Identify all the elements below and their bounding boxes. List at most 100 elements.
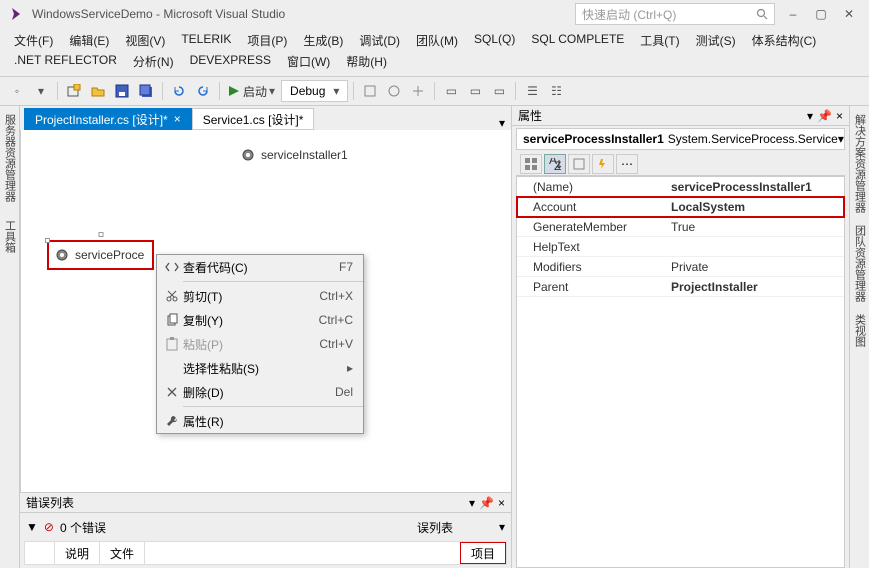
events-button[interactable]	[592, 154, 614, 174]
filter-icon[interactable]: ▼	[26, 520, 38, 534]
object-name: serviceProcessInstaller1	[523, 132, 664, 146]
maximize-button[interactable]: ▢	[807, 4, 835, 24]
menu-devexpress[interactable]: DEVEXPRESS	[182, 51, 279, 72]
property-value[interactable]: serviceProcessInstaller1	[667, 180, 844, 194]
menu-team[interactable]: 团队(M)	[408, 30, 466, 51]
save-button[interactable]	[111, 80, 133, 102]
tool-icon-5[interactable]: ▭	[464, 80, 486, 102]
tool-icon-1[interactable]	[359, 80, 381, 102]
toolbar: ◦ ▾ 启动 ▾ Debug ▾ ▭ ▭ ▭ ☰ ☷	[0, 76, 869, 106]
context-menu-item[interactable]: 剪切(T)Ctrl+X	[157, 284, 363, 308]
property-value[interactable]: Private	[667, 260, 844, 274]
tool-icon-3[interactable]	[407, 80, 429, 102]
pin-icon[interactable]: 📌	[817, 109, 832, 123]
property-value[interactable]: ProjectInstaller	[667, 280, 844, 294]
menu-architecture[interactable]: 体系结构(C)	[744, 30, 825, 51]
panel-dropdown-icon[interactable]: ▾	[469, 496, 475, 510]
tool-icon-8[interactable]: ☷	[545, 80, 567, 102]
tab-service1[interactable]: Service1.cs [设计]*	[192, 108, 315, 130]
undo-button[interactable]	[168, 80, 190, 102]
nav-forward-button[interactable]: ▾	[30, 80, 52, 102]
property-row[interactable]: (Name)serviceProcessInstaller1	[517, 177, 844, 197]
panel-close-icon[interactable]: ×	[498, 496, 505, 510]
panel-close-icon[interactable]: ×	[836, 109, 843, 123]
object-type: System.ServiceProcess.Service	[668, 132, 838, 146]
property-row[interactable]: ModifiersPrivate	[517, 257, 844, 277]
menu-debug[interactable]: 调试(D)	[351, 30, 408, 51]
tab-overflow-button[interactable]: ▾	[493, 116, 511, 130]
minimize-button[interactable]: –	[779, 4, 807, 24]
property-value[interactable]: LocalSystem	[667, 200, 844, 214]
property-row[interactable]: GenerateMemberTrue	[517, 217, 844, 237]
component-icon	[241, 148, 255, 162]
tool-icon-4[interactable]: ▭	[440, 80, 462, 102]
properties-title: 属性	[518, 107, 542, 124]
quick-launch-input[interactable]: 快速启动 (Ctrl+Q)	[575, 3, 775, 25]
menu-telerik[interactable]: TELERIK	[173, 30, 239, 51]
context-menu-item[interactable]: 属性(R)	[157, 409, 363, 433]
property-row[interactable]: HelpText	[517, 237, 844, 257]
new-project-button[interactable]	[63, 80, 85, 102]
context-menu-label: 粘贴(P)	[183, 336, 319, 353]
context-menu-item[interactable]: 选择性粘贴(S)▸	[157, 356, 363, 380]
serviceinstaller-label: serviceInstaller1	[261, 148, 348, 162]
menu-analyze[interactable]: 分析(N)	[125, 51, 182, 72]
menu-project[interactable]: 项目(P)	[239, 30, 295, 51]
serviceinstaller-component[interactable]: serviceInstaller1	[241, 148, 348, 162]
pin-icon[interactable]: 📌	[479, 496, 494, 510]
open-button[interactable]	[87, 80, 109, 102]
menu-reflector[interactable]: .NET REFLECTOR	[6, 51, 125, 72]
menu-view[interactable]: 视图(V)	[117, 30, 173, 51]
menu-sqlcomplete[interactable]: SQL COMPLETE	[523, 30, 632, 51]
redo-button[interactable]	[192, 80, 214, 102]
tool-icon-2[interactable]	[383, 80, 405, 102]
col-project[interactable]: 项目	[460, 542, 506, 564]
start-button[interactable]: 启动 ▾	[225, 80, 279, 102]
alphabetical-button[interactable]: AZ	[544, 154, 566, 174]
tail-label[interactable]: 误列表	[417, 519, 453, 536]
context-menu-label: 属性(R)	[183, 413, 353, 430]
properties-page-button[interactable]	[568, 154, 590, 174]
menu-tools[interactable]: 工具(T)	[632, 30, 687, 51]
serviceprocessinstaller-component[interactable]: serviceProce	[47, 240, 154, 270]
col-description[interactable]: 说明	[55, 542, 100, 564]
menu-build[interactable]: 生成(B)	[295, 30, 351, 51]
menu-window[interactable]: 窗口(W)	[279, 51, 338, 72]
close-button[interactable]: ✕	[835, 4, 863, 24]
submenu-arrow-icon: ▸	[347, 361, 353, 375]
config-value: Debug	[290, 84, 325, 98]
context-menu-item[interactable]: 删除(D)Del	[157, 380, 363, 404]
server-explorer-tab[interactable]: 服务器资源管理器	[0, 110, 20, 206]
context-menu-item[interactable]: 查看代码(C)F7	[157, 255, 363, 279]
categorized-button[interactable]	[520, 154, 542, 174]
menu-help[interactable]: 帮助(H)	[338, 51, 395, 72]
context-menu-item[interactable]: 复制(Y)Ctrl+C	[157, 308, 363, 332]
context-menu-shortcut: Ctrl+C	[319, 313, 353, 327]
menu-test[interactable]: 测试(S)	[688, 30, 744, 51]
tab-projectinstaller[interactable]: ProjectInstaller.cs [设计]* ×	[24, 108, 192, 130]
menu-sql[interactable]: SQL(Q)	[466, 30, 523, 51]
zero-errors-label[interactable]: 0 个错误	[60, 519, 106, 536]
panel-dropdown-icon[interactable]: ▾	[807, 109, 813, 123]
col-file[interactable]: 文件	[100, 542, 145, 564]
property-value[interactable]: True	[667, 220, 844, 234]
close-tab-icon[interactable]: ×	[174, 112, 181, 126]
property-object-selector[interactable]: serviceProcessInstaller1 System.ServiceP…	[516, 128, 845, 150]
tool-icon-7[interactable]: ☰	[521, 80, 543, 102]
tool-icon-6[interactable]: ▭	[488, 80, 510, 102]
wrench-icon	[161, 414, 183, 428]
prop-extra-button[interactable]: ⋯	[616, 154, 638, 174]
context-menu-item: 粘贴(P)Ctrl+V	[157, 332, 363, 356]
nav-back-button[interactable]: ◦	[6, 80, 28, 102]
config-dropdown[interactable]: Debug ▾	[281, 80, 348, 102]
team-explorer-tab[interactable]: 团队资源管理器	[850, 221, 869, 306]
save-all-button[interactable]	[135, 80, 157, 102]
menu-file[interactable]: 文件(F)	[6, 30, 61, 51]
solution-explorer-tab[interactable]: 解决方案资源管理器	[850, 110, 869, 217]
class-view-tab[interactable]: 类视图	[850, 310, 869, 351]
property-row[interactable]: ParentProjectInstaller	[517, 277, 844, 297]
tab-label: Service1.cs [设计]*	[203, 111, 304, 128]
toolbox-tab[interactable]: 工具箱	[0, 216, 20, 257]
menu-edit[interactable]: 编辑(E)	[61, 30, 117, 51]
property-row[interactable]: AccountLocalSystem	[517, 197, 844, 217]
